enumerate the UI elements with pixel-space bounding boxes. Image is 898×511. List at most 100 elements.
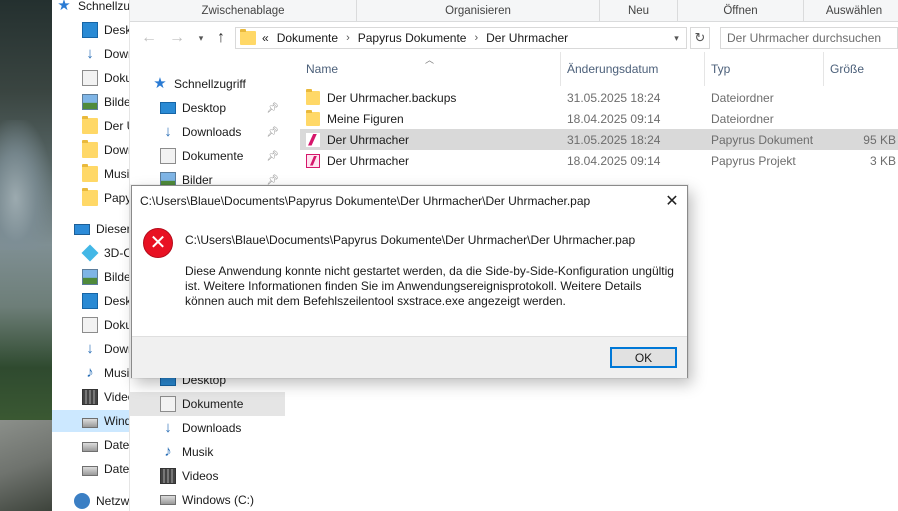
network-icon [74, 493, 90, 509]
papyrus-project-icon [306, 153, 320, 168]
picture-icon [82, 94, 98, 110]
ribbon-group-organize: Organisieren [357, 0, 600, 22]
back-item-quickaccess[interactable]: ★Schnellzugriff [56, 0, 129, 17]
document-icon [82, 70, 98, 86]
search-input[interactable]: Der Uhrmacher durchsuchen [720, 27, 898, 49]
error-dialog: C:\Users\Blaue\Documents\Papyrus Dokumen… [131, 185, 688, 378]
cube-icon [81, 244, 99, 262]
breadcrumb-chevron-icon[interactable]: › [346, 32, 350, 44]
back-item-drive[interactable]: Datenträger [82, 434, 129, 456]
drive-icon [160, 495, 176, 505]
back-item-desktop[interactable]: Desktop [82, 19, 129, 41]
file-row[interactable]: Meine Figuren 18.04.2025 09:14 Dateiordn… [300, 108, 898, 129]
picture-icon [82, 269, 98, 285]
nav-item-windows-drive[interactable]: Windows (C:) [160, 488, 290, 511]
back-item-desktop[interactable]: Desktop [82, 290, 129, 312]
folder-icon [82, 116, 98, 134]
pc-icon [74, 223, 90, 235]
back-item-documents[interactable]: Dokumente [82, 314, 129, 336]
folder-icon [82, 140, 98, 158]
pin-icon[interactable]: 📌︎ [266, 103, 279, 114]
back-item-folder[interactable]: Papyrus [82, 187, 129, 209]
up-arrow-icon[interactable]: ↑ [212, 28, 230, 48]
nav-item-music[interactable]: ♪ Musik [160, 440, 290, 464]
back-item-3d[interactable]: 3D-Objekte [81, 242, 129, 264]
file-row[interactable]: Der Uhrmacher.backups 31.05.2025 18:24 D… [300, 87, 898, 108]
dialog-footer: OK [132, 336, 687, 378]
back-item-music[interactable]: ♪Musik [82, 362, 129, 384]
address-bar-row: ← → ▾ ↑ « Dokumente › Papyrus Dokumente … [130, 24, 898, 52]
ribbon-group-open: Öffnen [678, 0, 804, 22]
download-icon: ↓ [86, 45, 94, 62]
back-item-folder[interactable]: Der Uhrmacher [82, 115, 129, 137]
desktop-wallpaper [0, 0, 52, 511]
back-item-downloads[interactable]: ↓Downloads [82, 43, 129, 65]
desktop-icon [82, 293, 98, 309]
column-header-type[interactable]: Typ [705, 52, 824, 86]
dialog-heading: C:\Users\Blaue\Documents\Papyrus Dokumen… [185, 233, 636, 247]
file-row-selected[interactable]: Der Uhrmacher 31.05.2025 18:24 Papyrus D… [300, 129, 898, 150]
nav-item-documents-selected[interactable]: Dokumente [130, 392, 285, 416]
ok-button[interactable]: OK [610, 347, 677, 368]
forward-arrow-icon[interactable]: → [168, 28, 186, 48]
star-icon: ★ [153, 75, 167, 92]
nav-item-desktop[interactable]: Desktop 📌︎ [160, 96, 285, 120]
back-item-pictures[interactable]: Bilder [82, 91, 129, 113]
address-box[interactable]: « Dokumente › Papyrus Dokumente › Der Uh… [235, 27, 687, 49]
ribbon-group-new: Neu [600, 0, 678, 22]
back-item-folder[interactable]: Musik [82, 163, 129, 185]
back-item-videos[interactable]: Videos [82, 386, 129, 408]
back-item-network[interactable]: Netzwerk [74, 490, 129, 511]
nav-item-documents[interactable]: Dokumente 📌︎ [160, 144, 285, 168]
refresh-icon[interactable]: ↻ [690, 27, 710, 49]
breadcrumb-current[interactable]: Der Uhrmacher [486, 31, 568, 45]
close-icon[interactable]: ✕ [660, 190, 684, 212]
column-header-size[interactable]: Größe [824, 52, 898, 86]
download-icon: ↓ [86, 340, 94, 357]
drive-icon [82, 465, 98, 476]
background-explorer-window: ★Schnellzugriff Desktop ↓Downloads Dokum… [52, 0, 130, 511]
folder-icon [306, 88, 320, 105]
ribbon-group-clipboard: Zwischenablage [130, 0, 357, 22]
ribbon-group-select: Auswählen [825, 5, 883, 17]
wallpaper-sky [0, 120, 52, 250]
download-icon: ↓ [164, 419, 172, 436]
document-icon [82, 317, 98, 333]
back-item-pictures[interactable]: Bilder [82, 266, 129, 288]
dialog-title: C:\Users\Blaue\Documents\Papyrus Dokumen… [140, 194, 591, 208]
pin-icon[interactable]: 📌︎ [266, 151, 279, 162]
column-header-name[interactable]: Name [300, 52, 561, 86]
breadcrumb-papyrus[interactable]: Papyrus Dokumente [358, 31, 467, 45]
nav-item-videos[interactable]: Videos [160, 464, 290, 488]
document-icon [160, 148, 176, 164]
file-row[interactable]: Der Uhrmacher 18.04.2025 09:14 Papyrus P… [300, 150, 898, 171]
pin-icon[interactable]: 📌︎ [266, 127, 279, 138]
back-item-folder[interactable]: Downloads [82, 139, 129, 161]
dialog-message: Diese Anwendung konnte nicht gestartet w… [185, 264, 674, 308]
back-item-thispc[interactable]: Dieser PC [74, 218, 129, 240]
back-item-windows-drive[interactable]: Windows (C:) [52, 410, 129, 432]
nav-item-downloads[interactable]: ↓ Downloads [160, 416, 290, 440]
column-header-date[interactable]: Änderungsdatum [561, 52, 705, 86]
video-icon [82, 389, 98, 405]
papyrus-document-icon [306, 132, 320, 147]
breadcrumb-chevron-icon[interactable]: › [474, 32, 478, 44]
back-item-drive[interactable]: Datenträger [82, 458, 129, 480]
music-icon: ♪ [86, 364, 94, 381]
nav-item-quickaccess[interactable]: ★ Schnellzugriff [152, 72, 290, 96]
pin-icon[interactable]: 📌︎ [266, 175, 279, 186]
desktop-icon [82, 22, 98, 38]
nav-item-downloads[interactable]: ↓ Downloads 📌︎ [160, 120, 285, 144]
back-item-downloads[interactable]: ↓Downloads [82, 338, 129, 360]
back-arrow-icon[interactable]: ← [140, 28, 158, 48]
breadcrumb-overflow[interactable]: « [262, 31, 269, 45]
drive-icon [82, 441, 98, 452]
back-item-documents[interactable]: Dokumente [82, 67, 129, 89]
download-icon: ↓ [164, 123, 172, 140]
address-dropdown-icon[interactable]: ▾ [666, 27, 687, 49]
recent-chevron-icon[interactable]: ▾ [192, 28, 210, 48]
folder-icon [82, 164, 98, 182]
breadcrumb-documents[interactable]: Dokumente [277, 31, 338, 45]
folder-icon [240, 29, 256, 45]
drive-icon [82, 417, 98, 428]
